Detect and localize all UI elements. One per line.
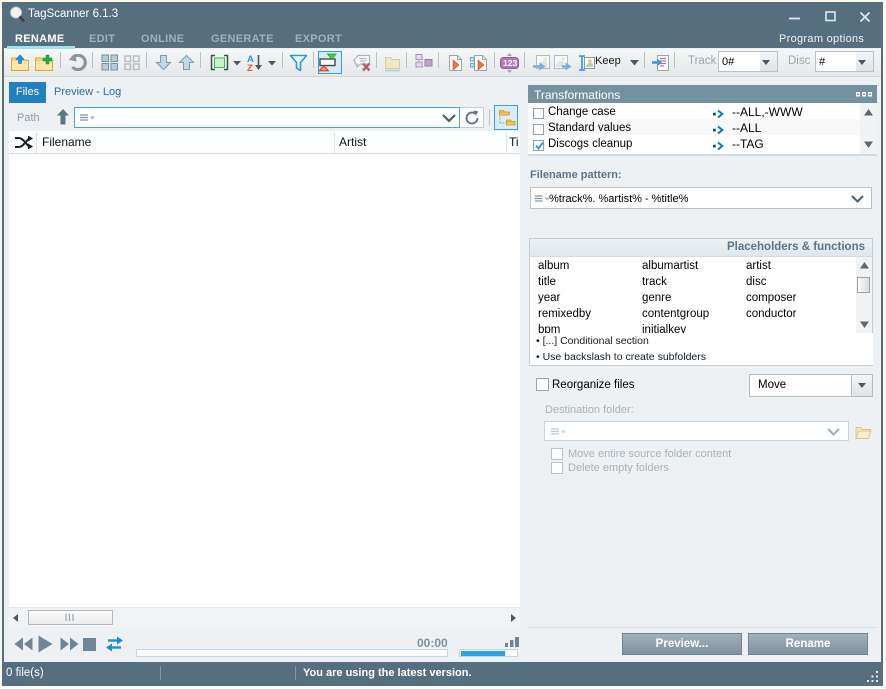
svg-text:Z: Z — [247, 63, 253, 72]
svg-text:123: 123 — [503, 58, 517, 68]
